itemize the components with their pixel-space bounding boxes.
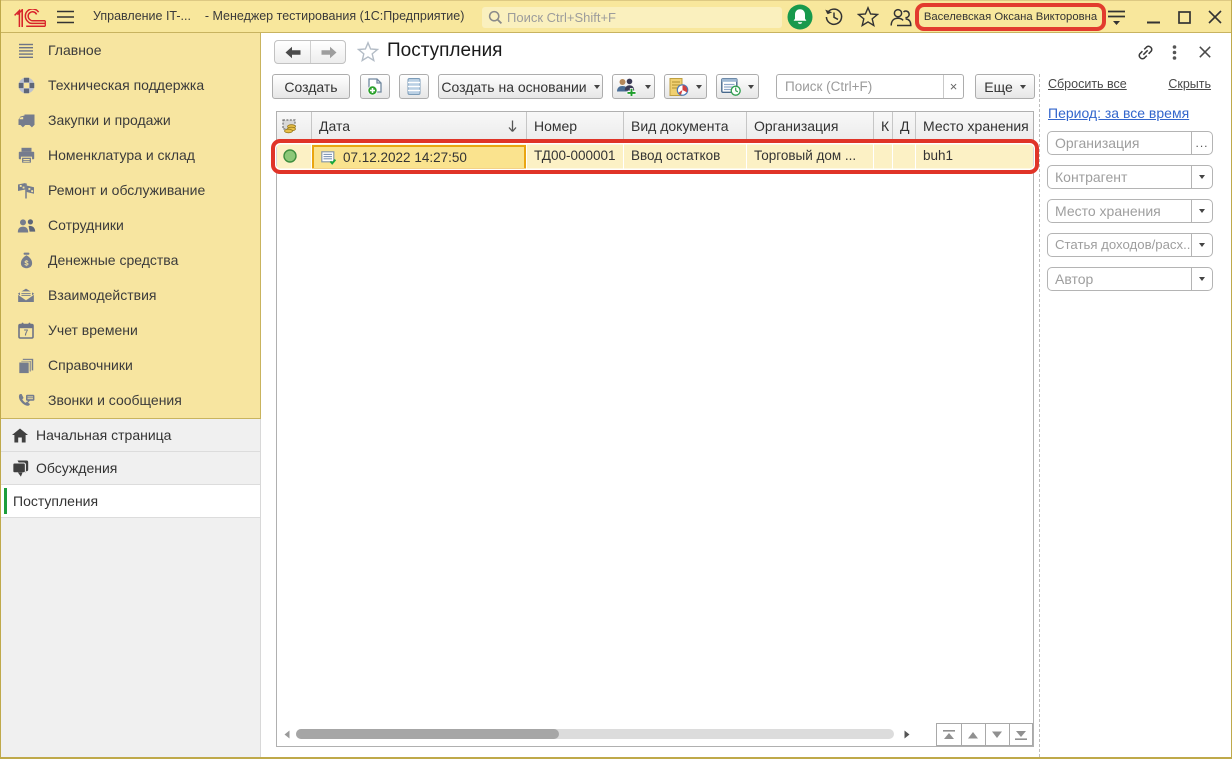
svg-text:7: 7: [24, 328, 29, 337]
